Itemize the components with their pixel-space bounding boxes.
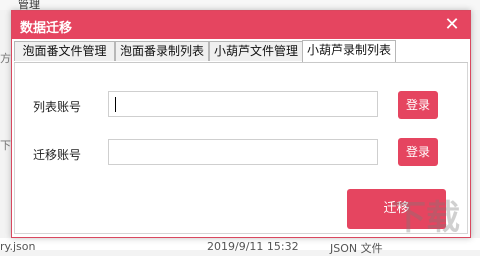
file-name: ry.json [0, 240, 36, 253]
text-cursor [115, 97, 116, 112]
dialog-titlebar: 数据迁移 ✕ [12, 11, 470, 39]
tab-xiaohulu-file-management[interactable]: 小葫芦文件管理 [209, 41, 303, 61]
list-account-login-button[interactable]: 登录 [398, 91, 438, 119]
background-fragment: 方 [0, 52, 11, 65]
dialog-title: 数据迁移 [20, 21, 73, 36]
tab-xiaohulu-record-list[interactable]: 小葫芦录制列表 [302, 40, 396, 62]
migrate-account-label: 迁移账号 [33, 148, 82, 162]
migrate-account-input[interactable] [108, 139, 378, 165]
file-date: 2019/9/11 15:32 [207, 240, 299, 253]
tab-paomian-file-management[interactable]: 泡面番文件管理 [14, 41, 115, 61]
tab-bar: 泡面番文件管理 泡面番录制列表 小葫芦文件管理 小葫芦录制列表 [14, 40, 468, 63]
list-account-input[interactable] [108, 91, 378, 117]
migrate-account-login-button[interactable]: 登录 [398, 138, 438, 166]
list-account-label: 列表账号 [33, 100, 82, 114]
watermark-logo: 下载 [392, 198, 460, 238]
file-type: JSON 文件 [330, 242, 383, 255]
close-icon[interactable]: ✕ [442, 15, 462, 35]
tab-paomian-record-list[interactable]: 泡面番录制列表 [115, 41, 209, 61]
background-fragment: 下 [0, 139, 11, 152]
background-header: 管理 [0, 0, 480, 11]
